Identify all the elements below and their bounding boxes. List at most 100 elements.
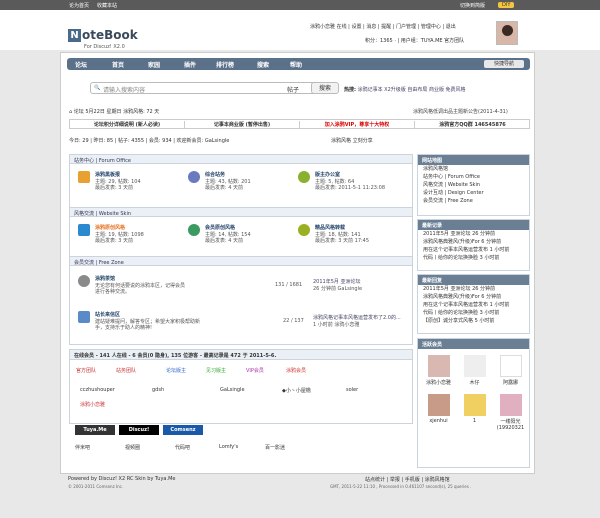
user-menu[interactable]: 涂鸦小恋雅 在线 | 设置 | 消息 | 提醒 | 门户管理 | 管理中心 | … [310,23,456,30]
home-link[interactable]: 论为首页 [69,2,89,9]
user-credits: 积分：1365 · | 用户组：TUYA.ME 官方团队 [365,38,465,44]
member[interactable]: 涂鸦小恋雅 [421,355,456,386]
map-item[interactable]: 风格交流 | Website Skin [418,181,529,189]
member[interactable]: xjenhui [421,394,456,424]
search-input[interactable]: 🔍 请输入搜索内容 帖子 [90,82,320,94]
online-user[interactable]: gdsh [152,387,164,393]
notice[interactable]: 涂鸦风格低调出品主题新公告(2011-4-31) [413,108,508,115]
logo-subtitle: For Discuz! X2.0 [84,44,125,50]
forum-name[interactable]: 涂鸦茶馆 [95,275,115,282]
member[interactable]: 木仔 [457,355,492,386]
nav-home[interactable]: 首页 [112,60,124,69]
online-user[interactable]: ◆小丶小屋檐 [282,387,311,394]
member[interactable]: 一缕阳光(19920321 [493,394,528,431]
side-title: 最新记录 [418,220,529,230]
map-item[interactable]: 站务中心 | Forum Office [418,173,529,181]
reply-item[interactable]: 涂鸦风格典雅风(升级)For 6 分钟前 [418,293,529,301]
breadcrumb-text: 论坛 5月22日 星期日 涂鸦风格: 72 天 [73,109,160,115]
forum-name[interactable]: 站长来信区 [95,311,120,318]
links-panel: Tuya.Me Discuz! Comsenz 伴米吧 视频圈 代码吧 Lomf… [69,423,413,458]
board-icon [188,224,200,236]
forum-last-by: 26 分钟前 GaLsingle [313,286,363,292]
forum-item[interactable]: 涂鸦茶馆 无论您有何话要说的涂鸦本区，记得会员 进行各种交流。 131 / 16… [78,275,408,305]
online-user[interactable]: soler [346,387,358,393]
link-item[interactable]: 代码吧 [175,444,190,451]
board-icon [78,171,90,183]
reply-item[interactable]: 代码丨给你的论坛换换脸 3 小时前 [418,309,529,317]
nav-plugin[interactable]: 插件 [184,60,196,69]
search-type-select[interactable]: 帖子 [287,85,299,94]
forum-name[interactable]: 综合站务 [205,171,225,178]
forum-last: 最后发表: 4 天前 [205,185,244,191]
discuz-badge[interactable]: Discuz! [119,425,159,435]
map-item[interactable]: 会员交流 | Free Zone [418,197,529,205]
member-avatar [499,394,522,416]
nav-search[interactable]: 搜索 [257,60,269,69]
forum-name[interactable]: 涂鸦黑板报 [95,171,120,178]
member[interactable]: 阿露娜 [493,355,528,386]
nav-forum[interactable]: 论坛 [75,60,87,69]
hot-search: 热搜: 涂鸦记事本 X2升级版 自由布局 商业版 免费风格 [344,86,466,93]
online-user[interactable]: 涂鸦小恋雅 [80,401,105,408]
avatar[interactable] [496,21,518,45]
post-item[interactable]: 用在这个记事本风格运营发布 1 小时前 [418,246,529,254]
side-title: 网站地图 [418,155,529,165]
forum-last: 最后发表: 3 天前 [95,185,134,191]
reply-item[interactable]: 2011年5月 亚洲论坛 26 分钟前 [418,285,529,293]
map-item[interactable]: 涂鸦风格馆 [418,165,529,173]
forum-name[interactable]: 精品风格转载 [315,224,345,231]
forum-name[interactable]: 会员原创风格 [205,224,235,231]
forum-last-by: 1 小时前 涂鸦小恋雅 [313,322,360,328]
board-icon [298,171,310,183]
search-icon: 🔍 [94,85,101,91]
forum-last: 最后发表: 2011-5-1 11:23:08 [315,185,386,191]
comsenz-badge[interactable]: Comsenz [163,425,203,435]
member[interactable]: 1 [457,394,492,424]
member-avatar [427,355,450,377]
bookmark-link[interactable]: 收藏本站 [97,2,117,9]
forum-last: 最后发表: 4 天前 [205,238,244,244]
forum-last-title[interactable]: 2011年5月 亚洲论坛 [313,278,361,285]
ad-4[interactable]: 涂鸦官方QQ群 146545876 [415,121,530,128]
nav-space[interactable]: 家园 [148,60,160,69]
link-item[interactable]: Lomfy's [219,444,238,450]
online-user[interactable]: GaLsingle [220,387,245,393]
main-panel: 论坛 首页 家园 插件 排行榜 搜索 帮助 快捷导航 🔍 请输入搜索内容 帖子 … [60,52,535,474]
link-item[interactable]: 视频圈 [125,444,140,451]
post-item[interactable]: 2011年5月 亚洲论坛 26 分钟前 [418,230,529,238]
ad-2[interactable]: 记事本商业版 (暂停出售) [185,121,300,128]
logo-mark: N [68,29,81,42]
ad-3[interactable]: 加入涂鸦VIP，尊享十大特权 [300,121,415,128]
online-title: 在线会员 - 141 人在线 - 6 会员(0 隐身), 135 位游客 - 最… [70,350,412,360]
reply-item[interactable]: 【原创】诚分享式风格 5 小时前 [418,317,529,325]
link-item[interactable]: 百一影迷 [265,444,285,451]
tuya-badge[interactable]: Tuya.Me [75,425,115,435]
nav-help[interactable]: 帮助 [290,60,302,69]
legend-vip: VIP会员 [246,368,264,374]
post-item[interactable]: 涂鸦风格典雅风(升级)For 6 分钟前 [418,238,529,246]
legend-junior: 见习版主 [206,368,227,374]
map-item[interactable]: 设计互动 | Design Center [418,189,529,197]
nav-rank[interactable]: 排行榜 [216,60,234,69]
active-members: 活跃会员 涂鸦小恋雅 木仔 阿露娜 xjenhui 1 一缕阳光(1992032… [417,338,530,468]
forum-last-title[interactable]: 涂鸦风格记事本风格运营发布了2.0的... [313,314,401,321]
logo[interactable]: N oteBook For Discuz! X2.0 [68,28,141,51]
link-item[interactable]: 伴米吧 [75,444,90,451]
simple-mode-link[interactable]: 切换到简版 [460,2,485,9]
diy-button[interactable]: DIY [498,2,515,8]
reply-item[interactable]: 用在这个记事本风格运营发布 1 小时前 [418,301,529,309]
quick-nav-button[interactable]: 快捷导航 [484,60,524,68]
forum-desc: 进行各种交流。 [95,289,131,295]
forum-desc: 手，支持乐于助人的精神! [95,325,153,331]
forum-name[interactable]: 版主办公室 [315,171,340,178]
legend-staff: 站务团队 [116,368,137,374]
forum-item[interactable]: 站长来信区 建站疑难提问，解答专区；希望大家积极帮助新 手，支持乐于助人的精神!… [78,311,408,341]
share-link[interactable]: 涂鸦风格 立刻分享 [331,137,373,144]
online-user[interactable]: cczhushouper [80,387,115,393]
search-button[interactable]: 搜索 [311,82,339,94]
ad-1[interactable]: 论坛积分详细说明 (新人必读) [70,121,185,128]
forum-name[interactable]: 涂鸦原创风格 [95,224,125,231]
post-item[interactable]: 代码丨给你的论坛换换脸 3 小时前 [418,254,529,262]
hot-links[interactable]: 涂鸦记事本 X2升级版 自由布局 商业版 免费风格 [358,87,466,93]
footer-links[interactable]: 站点统计 | 举报 | 手机版 | 涂鸦风格馆 [365,476,450,483]
